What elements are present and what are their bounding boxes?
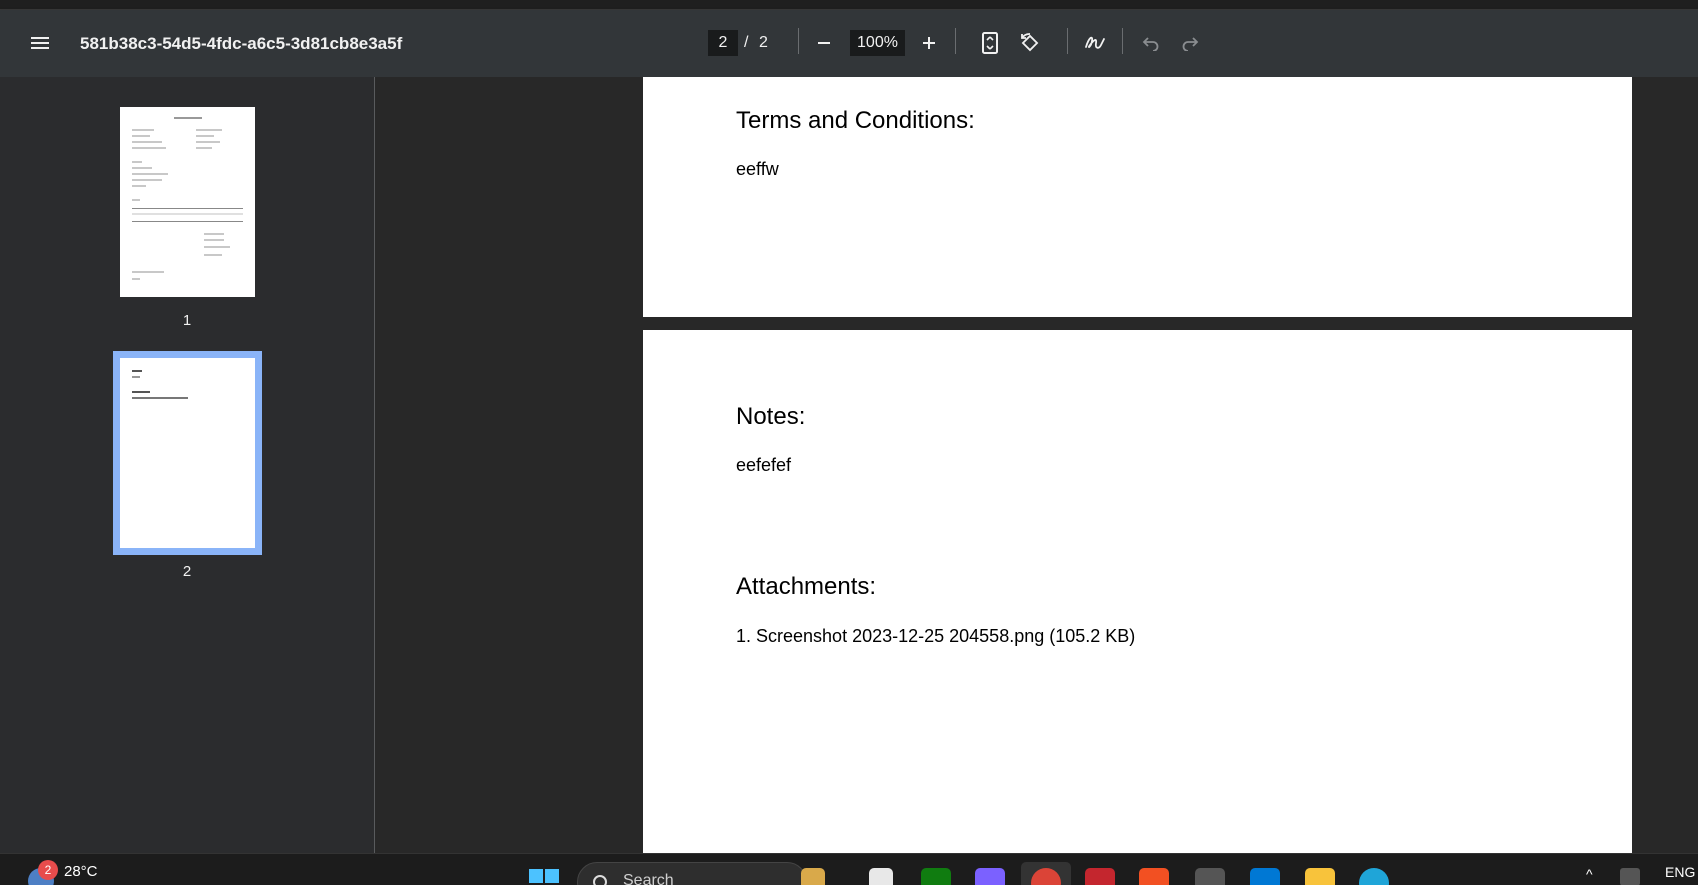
thumbnail-line — [132, 129, 154, 131]
pdf-page-1: Terms and Conditions: eeffw — [643, 77, 1632, 317]
task-view-icon[interactable] — [869, 868, 893, 885]
thumbnail-line — [204, 233, 224, 235]
page-number-input[interactable] — [708, 30, 738, 56]
chevron-up-icon[interactable]: ^ — [1586, 866, 1593, 882]
thumbnail-line — [132, 167, 152, 169]
redo-icon — [1182, 37, 1199, 51]
zoom-in-button[interactable] — [912, 26, 946, 60]
windows-logo-icon — [529, 869, 559, 883]
thumbnail-line — [132, 213, 243, 215]
thumbnail-line — [196, 135, 214, 137]
thumbnail-line — [132, 173, 168, 175]
terms-body: eeffw — [736, 159, 779, 179]
thumbnail-line — [132, 199, 140, 201]
widget-icon[interactable] — [801, 868, 825, 885]
thumbnail-rule — [132, 221, 243, 222]
store-icon[interactable] — [1139, 868, 1169, 885]
copilot-icon[interactable] — [975, 868, 1005, 885]
rotate-icon — [1021, 33, 1039, 52]
thumbnail-line — [132, 147, 166, 149]
fit-page-icon — [982, 32, 998, 54]
thumbnail-line — [174, 117, 202, 119]
network-icon[interactable] — [1620, 868, 1640, 885]
windows-taskbar: 2 28°C Search ^ ENG — [0, 853, 1698, 885]
thumbnail-line — [132, 179, 162, 181]
search-icon — [593, 875, 607, 885]
zoom-level-input[interactable]: 100% — [850, 30, 905, 56]
redo-button[interactable] — [1173, 26, 1207, 60]
thumbnail-line — [196, 141, 220, 143]
draw-icon — [1085, 36, 1105, 49]
thumbnail-line — [196, 129, 222, 131]
thumbnail-line — [132, 278, 140, 280]
page-thumbnail-1[interactable] — [120, 107, 255, 297]
thumbnail-line — [132, 397, 188, 399]
rotate-button[interactable] — [1013, 26, 1047, 60]
attachments-heading: Attachments: — [736, 573, 877, 600]
start-button[interactable] — [528, 868, 560, 885]
thumbnail-label-2: 2 — [182, 563, 192, 580]
notes-body: eefefef — [736, 455, 792, 475]
thumbnail-line — [132, 376, 140, 378]
document-viewer[interactable]: Terms and Conditions: eeffw Notes: eefef… — [375, 77, 1698, 853]
undo-button[interactable] — [1134, 26, 1168, 60]
fit-to-page-button[interactable] — [973, 26, 1007, 60]
minus-icon — [818, 42, 830, 44]
thumbnail-line — [132, 271, 164, 273]
menu-icon[interactable] — [23, 26, 57, 60]
mcafee-icon[interactable] — [1085, 868, 1115, 885]
xbox-icon[interactable] — [921, 868, 951, 885]
file-explorer-icon[interactable] — [1305, 868, 1335, 885]
pdf-toolbar: 581b38c3-54d5-4fdc-a6c5-3d81cb8e3a5f / 2… — [0, 10, 1698, 77]
undo-icon — [1142, 37, 1159, 51]
annotate-button[interactable] — [1078, 26, 1112, 60]
weather-temperature[interactable]: 28°C — [64, 863, 98, 880]
thumbnail-line — [204, 254, 222, 256]
terms-heading: Terms and Conditions: — [736, 107, 975, 134]
weather-badge: 2 — [38, 860, 58, 880]
zoom-out-button[interactable] — [807, 26, 841, 60]
thumbnail-line — [196, 147, 212, 149]
toolbar-divider — [798, 28, 799, 54]
thumbnail-line — [204, 246, 230, 248]
toolbar-divider — [1122, 28, 1123, 54]
attachment-item[interactable]: 1. Screenshot 2023-12-25 204558.png (105… — [736, 626, 1135, 647]
page-separator: / — [744, 34, 749, 51]
thumbnail-line — [132, 370, 142, 372]
app-icon[interactable] — [1195, 868, 1225, 885]
page-thumbnail-2[interactable] — [113, 351, 262, 555]
thumbnail-sidebar: 1 2 — [0, 77, 375, 853]
total-pages: 2 — [759, 34, 768, 51]
thumbnail-line — [132, 161, 142, 163]
thumbnail-line — [204, 239, 224, 241]
edge-icon[interactable] — [1359, 868, 1389, 885]
visual-studio-icon[interactable] — [1250, 868, 1280, 885]
language-indicator[interactable]: ENG — [1665, 864, 1695, 880]
thumbnail-line — [132, 391, 150, 393]
window-top-strip — [0, 0, 1698, 10]
plus-icon — [923, 37, 935, 49]
toolbar-divider — [1067, 28, 1068, 54]
search-label: Search — [623, 872, 674, 885]
document-title: 581b38c3-54d5-4fdc-a6c5-3d81cb8e3a5f — [80, 34, 403, 53]
thumbnail-line — [132, 135, 150, 137]
notes-heading: Notes: — [736, 403, 806, 430]
taskbar-search[interactable]: Search — [577, 862, 807, 885]
thumbnail-line — [132, 185, 146, 187]
toolbar-divider — [955, 28, 956, 54]
thumbnail-label-1: 1 — [182, 312, 192, 329]
thumbnail-rule — [132, 208, 243, 209]
pdf-page-2: Notes: eefefef Attachments: 1. Screensho… — [643, 330, 1632, 853]
thumbnail-line — [132, 141, 162, 143]
